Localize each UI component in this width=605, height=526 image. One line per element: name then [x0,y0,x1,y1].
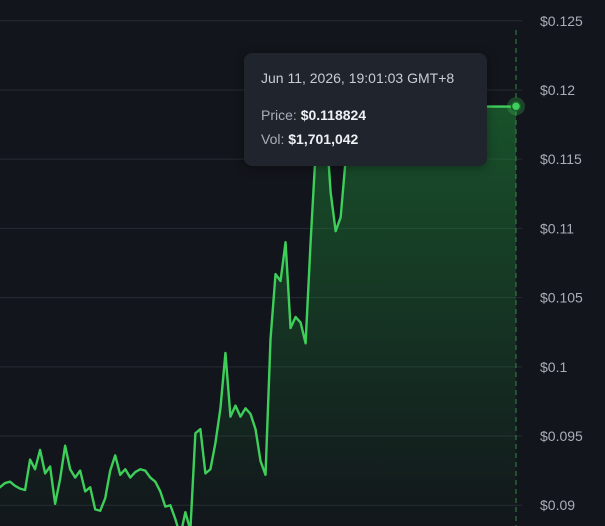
tooltip-vol-value: $1,701,042 [288,131,359,147]
y-tick-label: $0.125 [540,13,583,29]
tooltip-price-label: Price: [261,107,297,123]
y-axis: $0.125 $0.12 $0.115 $0.11 $0.105 $0.1 $0.095 $0… [540,13,583,513]
tooltip-date: Jun 11, 2026, 19:01:03 GMT+8 [261,70,455,86]
y-tick-label: $0.1 [540,359,567,375]
tooltip-vol-label: Vol: [261,131,285,147]
y-tick-label: $0.11 [540,220,574,236]
y-tick-label: $0.09 [540,497,575,513]
tooltip-vol-row: Vol: $1,701,042 [261,127,470,151]
tooltip-price-value: $0.118824 [300,107,367,123]
y-tick-label: $0.12 [540,82,575,98]
y-tick-label: $0.105 [540,290,583,306]
price-chart[interactable]: $0.125 $0.12 $0.115 $0.11 $0.105 $0.1 $0.095 $0… [0,0,605,526]
price-tooltip: Jun 11, 2026, 19:01:03 GMT+8 Price: $0.1… [244,53,487,166]
tooltip-price-row: Price: $0.118824 [261,103,470,127]
y-tick-label: $0.095 [540,428,583,444]
y-tick-label: $0.115 [540,151,582,167]
hover-point[interactable] [510,101,522,112]
